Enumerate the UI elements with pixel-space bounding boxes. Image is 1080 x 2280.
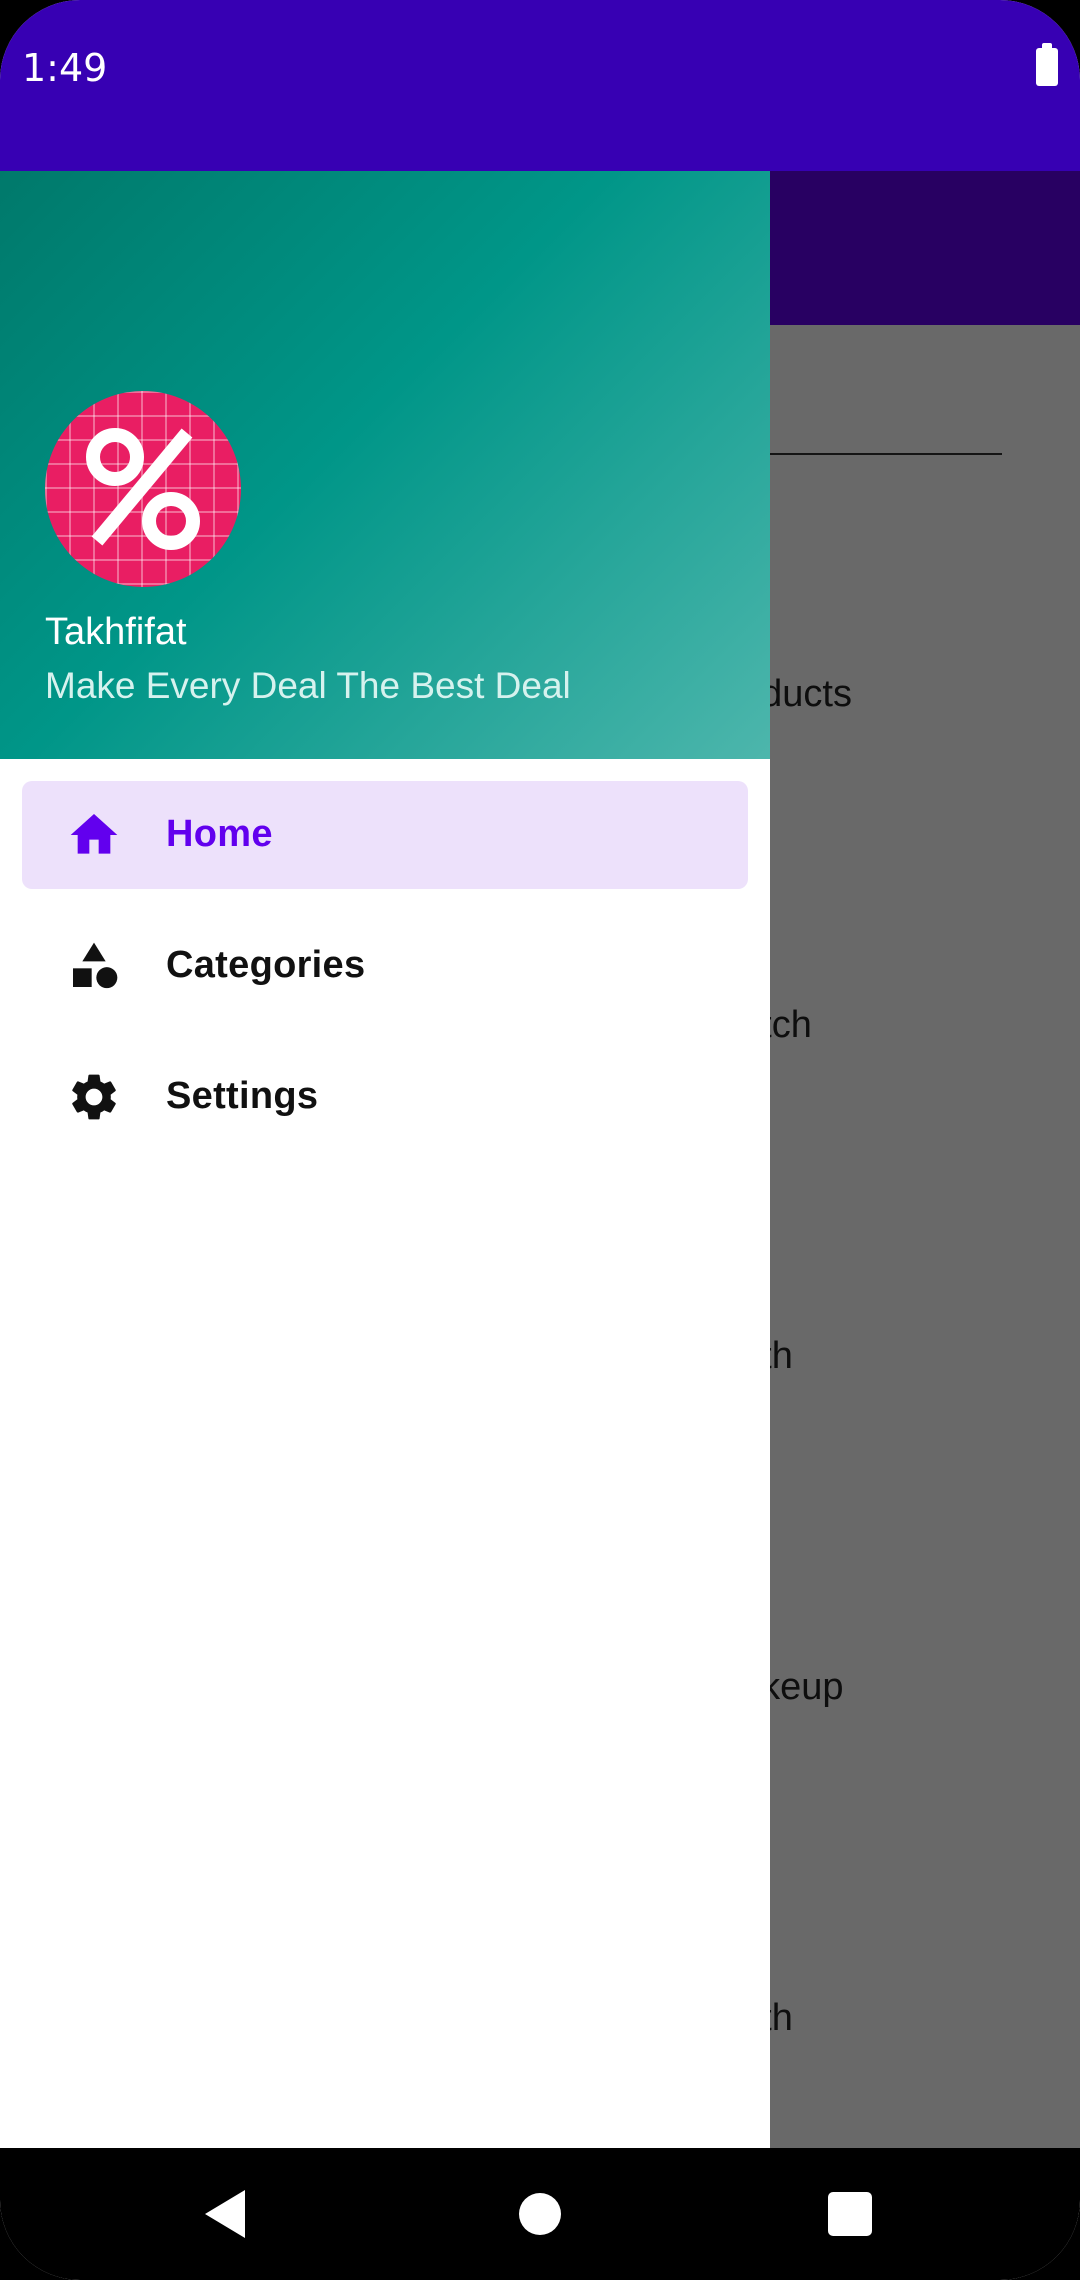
recents-icon[interactable] bbox=[828, 2192, 872, 2236]
status-time: 1:49 bbox=[22, 46, 108, 90]
navigation-drawer: Takhfifat Make Every Deal The Best Deal … bbox=[0, 171, 770, 2148]
drawer-item-label: Home bbox=[166, 813, 273, 855]
shapes-icon bbox=[73, 942, 118, 989]
app-tagline: Make Every Deal The Best Deal bbox=[45, 665, 571, 706]
drawer-item-home[interactable]: Home bbox=[22, 781, 748, 889]
percent-symbol bbox=[86, 428, 200, 550]
drawer-item-label: Categories bbox=[166, 944, 366, 986]
phone-screen: 1:49 oducts atch nth akeup nth Takhfifat… bbox=[0, 0, 1080, 2280]
home-icon bbox=[70, 814, 118, 854]
battery-full-icon bbox=[1036, 43, 1058, 86]
drawer-header: Takhfifat Make Every Deal The Best Deal bbox=[0, 171, 770, 759]
system-nav-bar bbox=[0, 2148, 1080, 2280]
home-circle-icon[interactable] bbox=[519, 2193, 561, 2235]
status-bar: 1:49 bbox=[0, 0, 1080, 171]
app-name: Takhfifat bbox=[45, 611, 187, 653]
percent-icon bbox=[45, 391, 241, 587]
drawer-item-label: Settings bbox=[166, 1075, 319, 1117]
drawer-item-settings[interactable]: Settings bbox=[22, 1043, 748, 1151]
gear-icon bbox=[72, 1074, 116, 1120]
drawer-item-categories[interactable]: Categories bbox=[22, 912, 748, 1020]
back-icon[interactable] bbox=[205, 2190, 245, 2238]
